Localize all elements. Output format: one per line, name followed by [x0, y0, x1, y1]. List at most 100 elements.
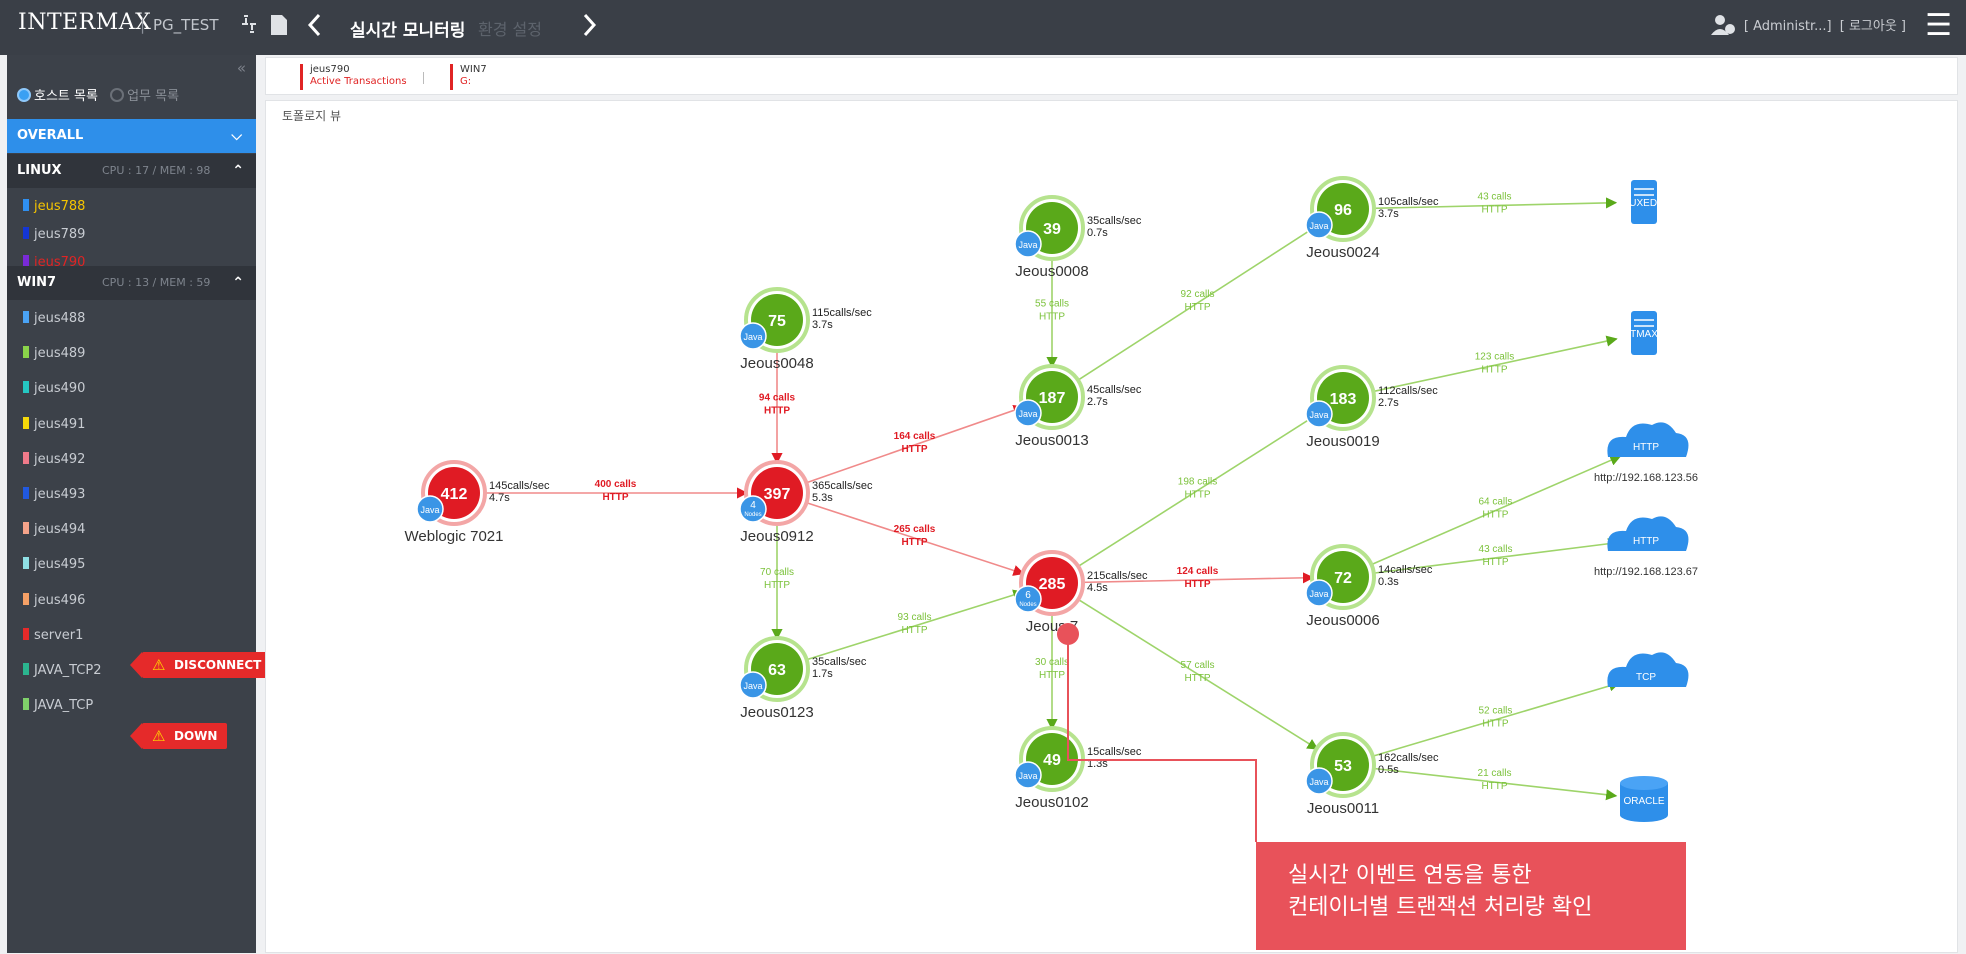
edge-protocol-label: HTTP: [901, 537, 927, 548]
target-tuxedo[interactable]: TUXEDO: [1623, 180, 1665, 224]
node-value: 75: [768, 313, 786, 330]
menu-icon[interactable]: ☰: [1925, 8, 1952, 43]
user-menu[interactable]: [ Administr...]: [1744, 19, 1832, 34]
sidebar-item-java_tcp[interactable]: JAVA_TCP: [7, 688, 256, 723]
nav-next-title[interactable]: 환경 설정: [478, 16, 542, 40]
node-name: Jeous0912: [740, 528, 813, 545]
host-label: JAVA_TCP2: [34, 663, 102, 678]
node-jeus0912[interactable]: 397 4Nodes 365calls/sec5.3s Jeous0912: [739, 460, 873, 545]
host-label: server1: [34, 627, 84, 643]
node-time: 0.7s: [1087, 227, 1108, 239]
java-badge-label: Java: [1018, 240, 1037, 250]
edge-calls-label: 57 calls: [1181, 660, 1215, 671]
sidebar-item-jeus488[interactable]: jeus488: [7, 301, 256, 336]
java-badge-label: Java: [420, 505, 439, 515]
edge-jeus0013-jeus0024[interactable]: 92 calls HTTP: [1076, 224, 1319, 382]
java-badge-label: Java: [1018, 409, 1037, 419]
host-label: jeus496: [34, 592, 86, 608]
node-weblogic[interactable]: 412Java 145calls/sec4.7s Weblogic 7021: [405, 460, 551, 545]
node-time: 3.7s: [812, 319, 833, 331]
tab-divider: [423, 72, 424, 84]
target-tmax[interactable]: TMAX: [1630, 311, 1658, 355]
sidebar-item-jeus494[interactable]: jeus494: [7, 512, 256, 547]
target-caption: http://192.168.123.56: [1594, 472, 1698, 484]
status-color-swatch: [23, 487, 29, 499]
edge-calls-label: 164 calls: [894, 431, 936, 442]
host-label: jeus489: [34, 346, 86, 362]
warning-icon: ⚠: [152, 656, 166, 674]
status-color-swatch: [23, 346, 29, 359]
java-badge-label: Java: [1309, 777, 1328, 787]
node-rate: 115calls/sec: [812, 307, 872, 319]
sidebar-item-jeus492[interactable]: jeus492: [7, 442, 256, 477]
edge-protocol-label: HTTP: [764, 406, 790, 417]
node-jeus0024[interactable]: 96 Java 105calls/sec3.7s Jeous0024: [1305, 176, 1439, 261]
edge-protocol-label: HTTP: [901, 444, 927, 455]
node-name: Jeous0102: [1015, 794, 1088, 811]
edge-protocol-label: HTTP: [764, 580, 790, 591]
group-header-win7[interactable]: WIN7 CPU : 13 / MEM : 59 ⌃: [7, 266, 256, 300]
node-jeus0048[interactable]: 75 Java 115calls/sec3.7s Jeous0048: [739, 287, 872, 372]
sidebar-item-jeus491[interactable]: jeus491: [7, 407, 256, 442]
sidebar-item-jeus496[interactable]: jeus496: [7, 583, 256, 618]
group-header-linux[interactable]: LINUX CPU : 17 / MEM : 98 ⌃: [7, 154, 256, 188]
edge-jeus0011-tcp[interactable]: 52 calls HTTP: [1371, 680, 1621, 758]
sidebar-item-server1[interactable]: server1: [7, 618, 256, 653]
node-jeus0006[interactable]: 72 Java 14calls/sec0.3s Jeous0006: [1305, 544, 1433, 629]
edge-calls-label: 55 calls: [1035, 299, 1069, 310]
edge-jeus0011-oracle[interactable]: 21 calls HTTP: [1372, 767, 1618, 801]
sidebar-item-jeus490[interactable]: jeus490: [7, 371, 256, 406]
sidebar-item-jeus489[interactable]: jeus489: [7, 336, 256, 371]
edge-jeus0912-jeus0007[interactable]: 265 calls HTTP: [805, 501, 1025, 576]
host-label: jeus493: [34, 487, 86, 502]
edge-jeus0123-jeus0007[interactable]: 93 calls HTTP: [805, 589, 1025, 661]
chevron-left-icon[interactable]: [306, 12, 322, 44]
sidebar-collapse-button[interactable]: «: [237, 59, 246, 77]
node-value: 53: [1334, 758, 1352, 775]
edge-protocol-label: HTTP: [1481, 204, 1507, 215]
target-oracle[interactable]: ORACLE: [1620, 776, 1668, 822]
tab-jeus790[interactable]: jeus790 Active Transactions: [300, 64, 407, 90]
node-jeus0102[interactable]: 49 Java 15calls/sec1.3s Jeous0102: [1014, 726, 1142, 811]
status-color-swatch: [23, 698, 29, 711]
edge-jeus0007-jeus0011[interactable]: 57 calls HTTP: [1077, 598, 1319, 750]
topology-panel: 토폴로지 뷰 400 calls HTTP 94 calls HTTP 164 call…: [265, 100, 1958, 953]
document-icon[interactable]: [270, 14, 288, 42]
edge-jeus0019-tmax[interactable]: 123 calls HTTP: [1372, 335, 1618, 393]
topology-view[interactable]: 400 callsHTTP94 callsHTTP164 callsHTTP26…: [266, 101, 1959, 954]
edge-protocol-label: HTTP: [1039, 312, 1065, 323]
node-jeus0123[interactable]: 63 Java 35calls/sec1.7s Jeous0123: [739, 636, 867, 721]
edge-jeus0007-jeus0019[interactable]: 198 calls HTTP: [1076, 413, 1319, 568]
host-label: JAVA_TCP: [34, 698, 94, 714]
node-time: 1.3s: [1087, 758, 1108, 770]
node-jeus0013[interactable]: 187Java 45calls/sec2.7s Jeous0013: [1014, 364, 1142, 449]
target-http1[interactable]: HTTP http://192.168.123.56: [1594, 422, 1698, 484]
logout-link[interactable]: [ 로그아웃 ]: [1840, 19, 1906, 34]
project-name[interactable]: PG_TEST: [153, 16, 219, 34]
chevron-right-icon[interactable]: [582, 12, 598, 44]
nav-title[interactable]: 실시간 모니터링: [350, 16, 465, 41]
radio-task-list[interactable]: 업무 목록: [110, 88, 179, 104]
node-jeus0008[interactable]: 39 Java 35calls/sec0.7s Jeous0008: [1014, 195, 1142, 280]
node-value: 63: [768, 662, 786, 679]
sidebar-item-jeus495[interactable]: jeus495: [7, 547, 256, 582]
node-time: 0.5s: [1378, 764, 1399, 776]
target-http2[interactable]: HTTP http://192.168.123.67: [1594, 516, 1698, 578]
node-name: Jeous0019: [1306, 433, 1379, 450]
overall-selector[interactable]: OVERALL ⌵: [7, 119, 256, 153]
status-color-swatch: [23, 199, 29, 211]
node-jeus0019[interactable]: 183Java 112calls/sec2.7s Jeous0019: [1305, 365, 1438, 450]
status-color-swatch: [23, 627, 29, 640]
tab-win7[interactable]: WIN7 G:: [450, 64, 487, 90]
host-label: jeus788: [34, 199, 86, 214]
node-jeus0011[interactable]: 53 Java 162calls/sec0.5s Jeous0011: [1305, 732, 1439, 817]
node-name: Jeous 7: [1026, 618, 1079, 635]
java-badge-label: 4: [750, 500, 756, 511]
edge-jeus0912-jeus0013[interactable]: 164 calls HTTP: [805, 404, 1025, 484]
connect-icon[interactable]: [238, 12, 260, 42]
target-tcp[interactable]: TCP: [1607, 652, 1689, 687]
node-time: 5.3s: [812, 492, 833, 504]
radio-host-list[interactable]: 호스트 목록: [17, 88, 98, 104]
node-time: 0.3s: [1378, 576, 1399, 588]
sidebar-item-jeus493[interactable]: jeus493: [7, 477, 256, 512]
